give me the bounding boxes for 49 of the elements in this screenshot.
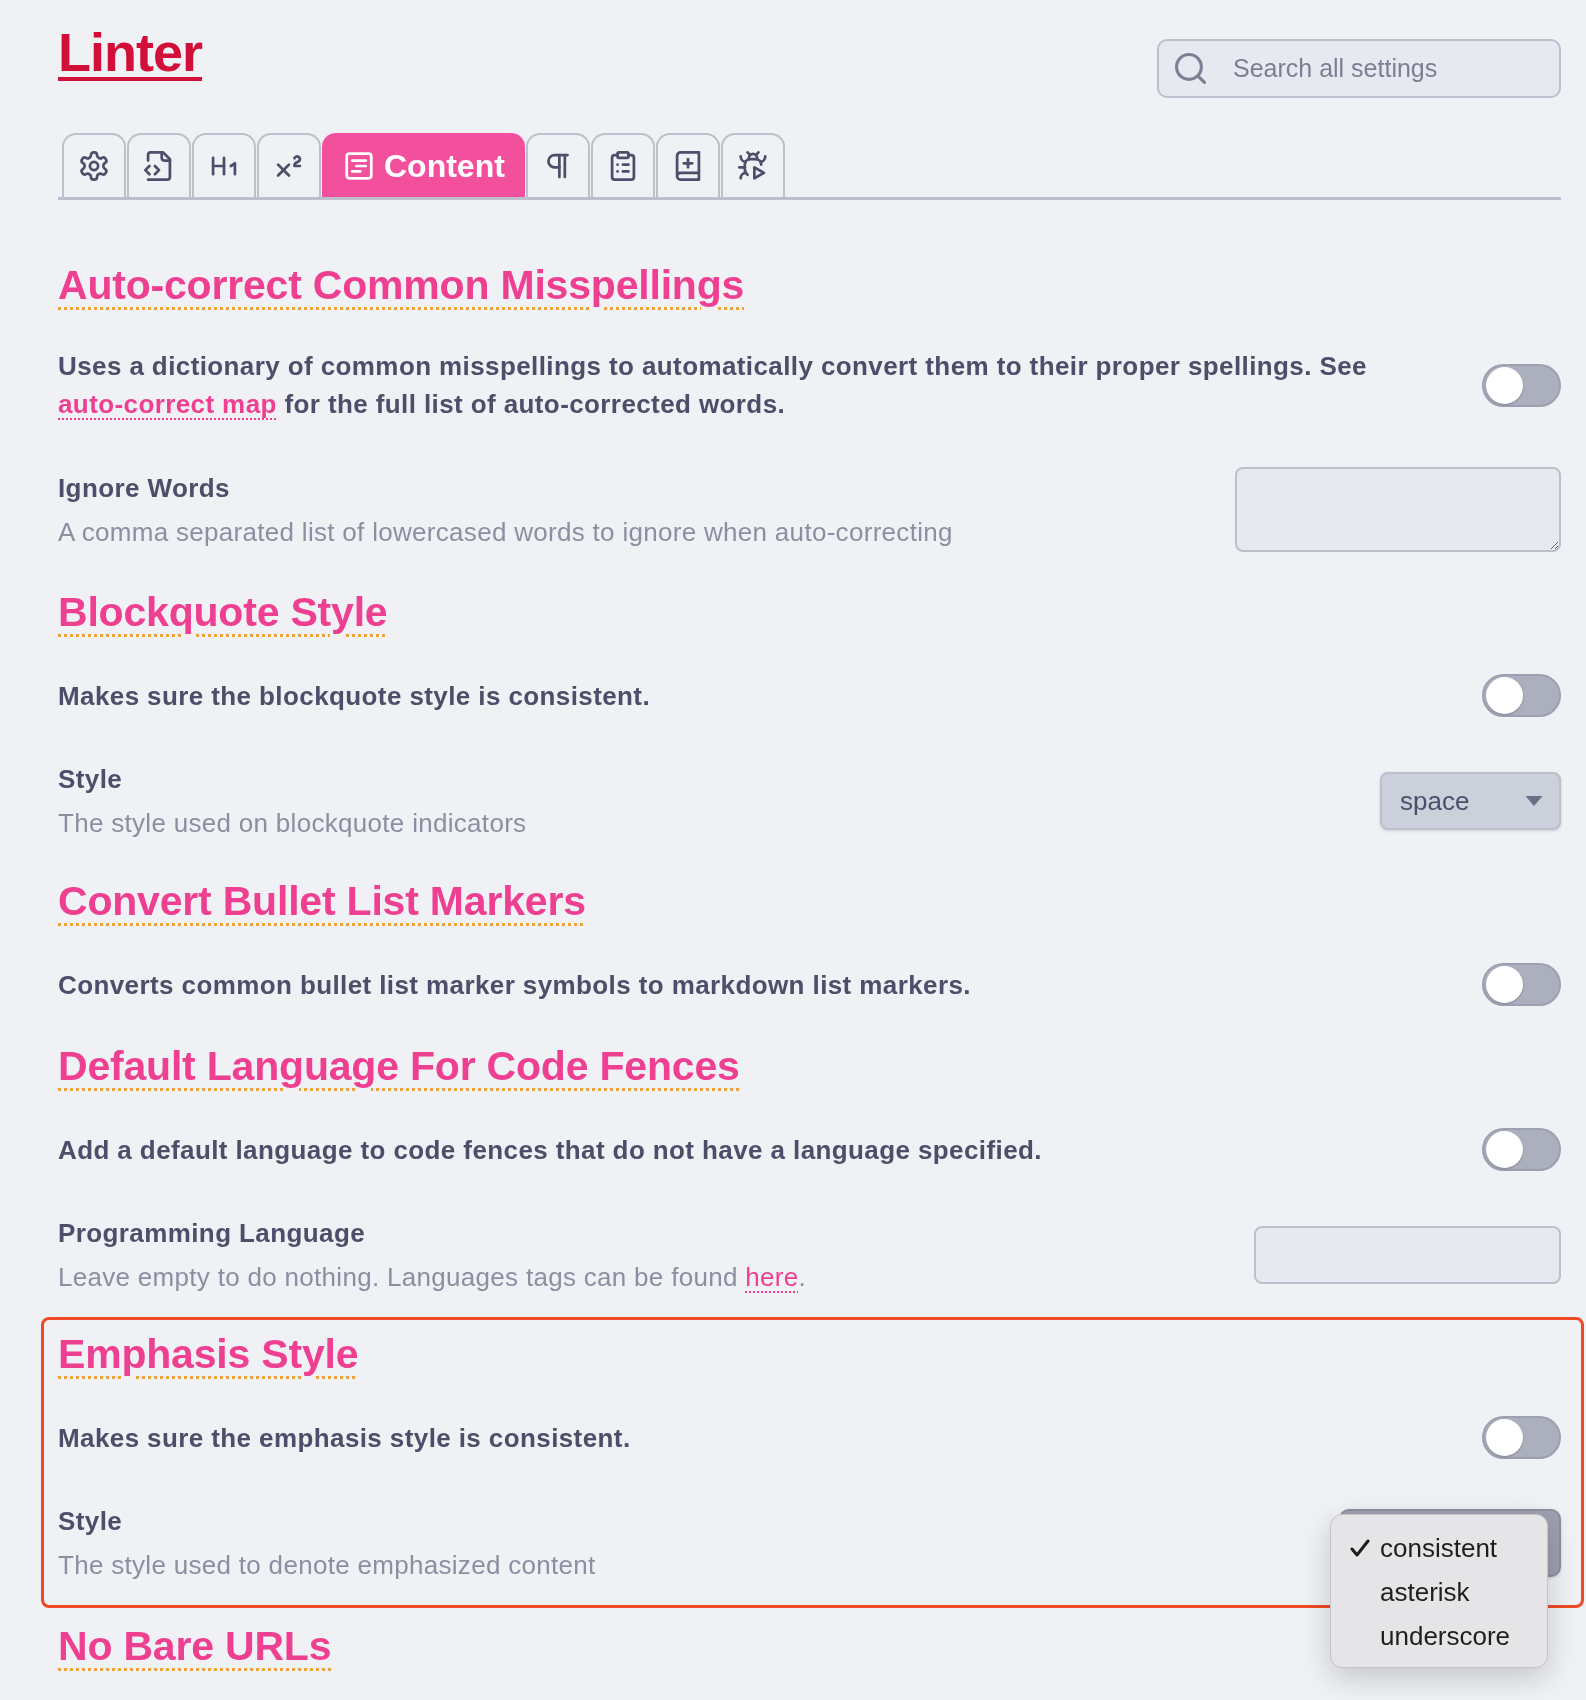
tab[interactable] xyxy=(525,133,590,197)
setting-name: Converts common bullet list marker symbols to markdown list markers. xyxy=(58,968,972,1002)
tab[interactable] xyxy=(720,133,785,197)
setting-description: A comma separated list of lowercased words to ignore when auto-correcting xyxy=(58,515,954,549)
toggle-switch[interactable] xyxy=(1482,963,1561,1006)
setting-description: The style used on blockquote indicators xyxy=(58,807,528,840)
setting-name: Ignore Words xyxy=(58,471,231,505)
setting-name: Style xyxy=(58,763,124,796)
app-title: Linter xyxy=(58,22,202,82)
code-file-icon xyxy=(144,151,174,181)
menu-option[interactable]: underscore xyxy=(1331,1614,1547,1658)
setting-name: Add a default language to code fences that do not have a language specified. xyxy=(58,1133,1043,1167)
link[interactable]: auto-correct map xyxy=(58,389,277,419)
tab[interactable]: Content xyxy=(322,133,525,197)
search-field[interactable]: Search all settings xyxy=(1157,39,1561,98)
search-icon xyxy=(1175,53,1206,84)
caret-icon xyxy=(1525,796,1543,806)
tab[interactable] xyxy=(257,133,321,197)
toggle-switch[interactable] xyxy=(1482,674,1561,717)
dropdown-button[interactable]: space xyxy=(1380,772,1561,830)
setting-description: Leave empty to do nothing. Languages tags can be found here. xyxy=(58,1261,807,1294)
text-lines-icon xyxy=(344,151,374,181)
tab[interactable] xyxy=(192,133,256,197)
tab[interactable] xyxy=(127,133,191,197)
tab[interactable] xyxy=(590,133,655,197)
section-heading: No Bare URLs xyxy=(58,1622,332,1670)
setting-name: Programming Language xyxy=(58,1217,367,1250)
menu-option[interactable]: asterisk xyxy=(1331,1570,1547,1614)
setting-name: Style xyxy=(58,1505,124,1538)
bug-icon xyxy=(737,151,768,181)
setting-name: Uses a dictionary of common misspellings to automatically convert them to their proper spellings. See auto-correct map for the full list of auto-corrected words. xyxy=(58,350,1368,421)
toggle-switch[interactable] xyxy=(1482,363,1561,407)
section-heading: Emphasis Style xyxy=(58,1330,359,1378)
menu-option[interactable]: consistent xyxy=(1331,1526,1547,1570)
section-heading: Blockquote Style xyxy=(58,588,388,636)
section-heading: Default Language For Code Fences xyxy=(58,1042,740,1090)
tab[interactable] xyxy=(62,133,126,197)
input-field[interactable] xyxy=(1254,1226,1561,1284)
link[interactable]: here xyxy=(745,1262,799,1292)
section-heading: Convert Bullet List Markers xyxy=(58,877,586,925)
section-heading: Auto-correct Common Misspellings xyxy=(58,261,745,309)
setting-name: Makes sure the emphasis style is consistent. xyxy=(58,1421,632,1455)
toggle-switch[interactable] xyxy=(1482,1128,1561,1171)
text-area-field[interactable] xyxy=(1235,467,1561,552)
setting-description: The style used to denote emphasized content xyxy=(58,1549,597,1582)
gear-icon xyxy=(79,151,109,181)
toggle-switch[interactable] xyxy=(1482,1416,1561,1459)
setting-name: Makes sure the blockquote style is consistent. xyxy=(58,679,652,713)
tab[interactable] xyxy=(655,133,720,197)
